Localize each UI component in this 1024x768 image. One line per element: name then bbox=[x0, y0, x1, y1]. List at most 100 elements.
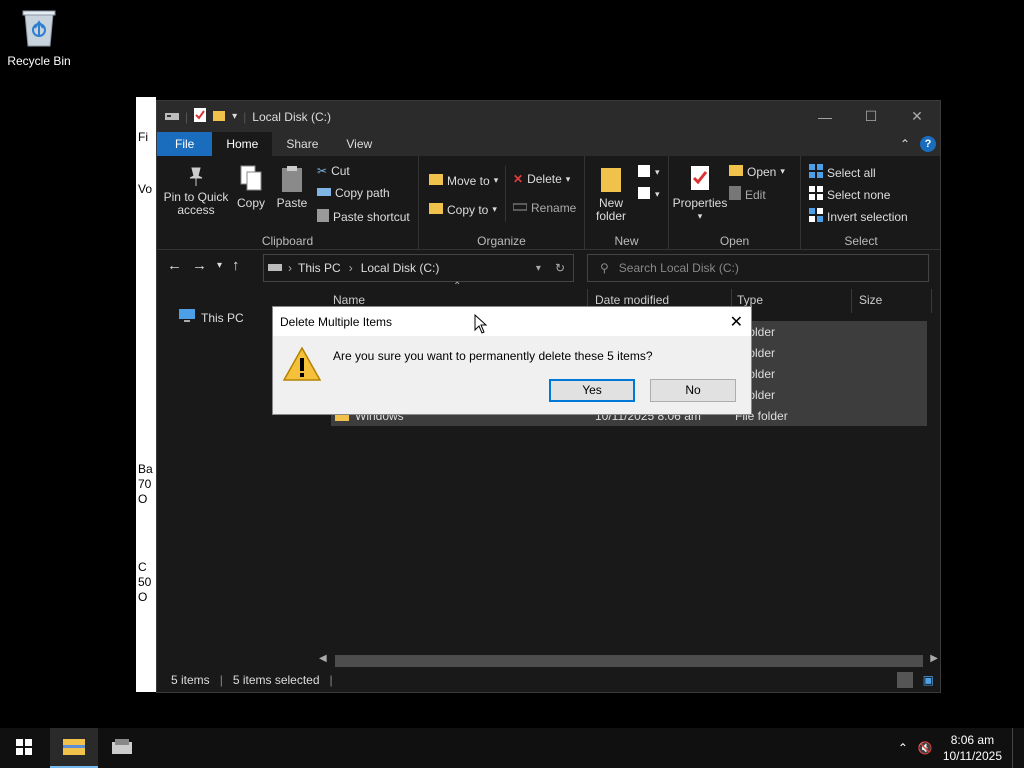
scrollbar-thumb[interactable] bbox=[335, 655, 923, 667]
breadcrumb-this-pc[interactable]: This PC bbox=[298, 261, 341, 275]
new-item-button[interactable]: ▾ bbox=[637, 164, 660, 181]
new-item-icon bbox=[637, 164, 651, 181]
rename-icon bbox=[512, 201, 528, 215]
column-header-name[interactable]: Name bbox=[333, 293, 365, 307]
minimize-button[interactable]: — bbox=[802, 101, 848, 132]
large-icons-view-icon[interactable]: ▣ bbox=[923, 673, 934, 687]
tab-home[interactable]: Home bbox=[212, 132, 273, 156]
properties-button[interactable]: Properties ▾ bbox=[671, 164, 729, 223]
new-folder-button[interactable]: New folder bbox=[591, 164, 631, 223]
copy-icon bbox=[231, 164, 271, 197]
bg-window-text: 50 bbox=[138, 575, 152, 589]
move-to-button[interactable]: Move to ▾ bbox=[429, 172, 498, 189]
address-bar[interactable]: › This PC › Local Disk (C:) ▾ ↻ bbox=[263, 254, 574, 282]
show-desktop-button[interactable] bbox=[1012, 728, 1016, 768]
copy-label: Copy bbox=[236, 196, 265, 210]
paste-shortcut-icon bbox=[317, 208, 329, 225]
background-window[interactable]: Fi Vo Ba 70 O C 50 O bbox=[136, 97, 156, 692]
delete-confirmation-dialog[interactable]: Delete Multiple Items ✕ Are you sure you… bbox=[272, 306, 752, 415]
clock[interactable]: 8:06 am 10/11/2025 bbox=[943, 732, 1002, 764]
bg-window-text: Ba bbox=[138, 462, 153, 476]
tab-file[interactable]: File bbox=[157, 132, 213, 156]
copy-to-icon bbox=[429, 201, 443, 218]
forward-arrow-icon[interactable]: → bbox=[192, 257, 207, 274]
chevron-down-icon: ▾ bbox=[655, 167, 660, 177]
volume-muted-icon[interactable]: 🔇 bbox=[918, 741, 933, 755]
select-none-icon bbox=[809, 186, 823, 203]
details-view-icon[interactable] bbox=[896, 671, 913, 688]
column-header-type[interactable]: Type bbox=[737, 293, 763, 307]
move-to-icon bbox=[429, 172, 443, 189]
search-box[interactable]: ⚲ Search Local Disk (C:) bbox=[587, 254, 929, 282]
nav-item-this-pc[interactable]: This PC bbox=[179, 309, 244, 326]
close-button[interactable]: ✕ bbox=[894, 101, 940, 132]
delete-button[interactable]: ✕ Delete ▾ bbox=[513, 172, 570, 186]
new-group-label: New bbox=[614, 234, 639, 248]
horizontal-scrollbar[interactable]: ◀ ▶ bbox=[317, 653, 940, 667]
properties-icon bbox=[671, 164, 729, 197]
chevron-down-icon[interactable]: ▾ bbox=[232, 111, 237, 122]
chevron-down-icon: ▾ bbox=[565, 173, 571, 184]
invert-selection-label: Invert selection bbox=[827, 209, 908, 224]
refresh-icon[interactable]: ↻ bbox=[555, 261, 565, 275]
column-header-size[interactable]: Size bbox=[859, 293, 882, 307]
edit-button[interactable]: Edit bbox=[729, 186, 766, 203]
breadcrumb-local-disk[interactable]: Local Disk (C:) bbox=[361, 261, 440, 275]
select-none-button[interactable]: Select none bbox=[809, 186, 890, 203]
pin-to-quick-access-button[interactable]: Pin to Quick access bbox=[161, 164, 231, 217]
edit-label: Edit bbox=[745, 187, 766, 202]
recent-locations-chevron-icon[interactable]: ▾ bbox=[217, 260, 222, 271]
yes-button[interactable]: Yes bbox=[549, 379, 635, 402]
properties-label: Properties bbox=[672, 196, 728, 210]
paste-button[interactable]: Paste bbox=[273, 164, 311, 210]
new-folder-icon[interactable] bbox=[212, 108, 226, 125]
pin-label: Pin to Quick access bbox=[163, 190, 229, 217]
invert-selection-button[interactable]: Invert selection bbox=[809, 208, 908, 225]
properties-icon[interactable] bbox=[194, 108, 207, 125]
bg-window-text: C bbox=[138, 560, 147, 574]
copy-button[interactable]: Copy bbox=[231, 164, 271, 210]
mouse-cursor-icon bbox=[474, 313, 488, 337]
scroll-left-icon[interactable]: ◀ bbox=[319, 653, 327, 664]
recycle-bin-shortcut[interactable]: Recycle Bin bbox=[6, 8, 72, 68]
back-arrow-icon[interactable]: ← bbox=[167, 257, 182, 274]
cut-button[interactable]: ✂ Cut bbox=[317, 164, 350, 178]
dialog-title: Delete Multiple Items bbox=[273, 307, 751, 336]
open-button[interactable]: Open ▾ bbox=[729, 164, 785, 179]
open-folder-icon bbox=[729, 164, 743, 179]
help-icon[interactable]: ? bbox=[920, 136, 936, 152]
maximize-button[interactable]: ☐ bbox=[848, 101, 894, 132]
sort-arrow-icon: ⌃ bbox=[453, 281, 462, 292]
paste-label: Paste bbox=[276, 196, 308, 210]
show-hidden-icons-chevron-icon[interactable]: ⌃ bbox=[898, 741, 908, 755]
recycle-bin-icon bbox=[21, 8, 57, 48]
paste-shortcut-button[interactable]: Paste shortcut bbox=[317, 208, 410, 225]
collapse-ribbon-icon[interactable]: ⌃ bbox=[900, 137, 910, 151]
no-button[interactable]: No bbox=[650, 379, 736, 402]
select-all-button[interactable]: Select all bbox=[809, 164, 876, 181]
title-bar[interactable]: | ▾ | Local Disk (C:) — ☐ ✕ bbox=[157, 101, 940, 132]
column-header-date[interactable]: Date modified bbox=[595, 293, 669, 307]
chevron-down-icon: ▾ bbox=[697, 211, 703, 221]
up-arrow-icon[interactable]: ↑ bbox=[232, 257, 240, 274]
easy-access-button[interactable]: ▾ bbox=[637, 186, 660, 203]
chevron-right-icon: › bbox=[288, 261, 292, 275]
address-dropdown-icon[interactable]: ▾ bbox=[536, 263, 541, 274]
taskbar-app[interactable] bbox=[98, 728, 146, 768]
navigation-buttons: ← → ▾ ↑ bbox=[157, 257, 240, 274]
scroll-right-icon[interactable]: ▶ bbox=[930, 653, 938, 664]
computer-icon bbox=[179, 309, 195, 326]
start-button[interactable] bbox=[0, 728, 48, 768]
recycle-bin-label: Recycle Bin bbox=[7, 54, 71, 68]
dialog-close-icon[interactable]: ✕ bbox=[730, 312, 743, 332]
tab-share[interactable]: Share bbox=[272, 132, 332, 156]
rename-button[interactable]: Rename bbox=[512, 201, 576, 215]
tab-view[interactable]: View bbox=[332, 132, 386, 156]
clipboard-group-label: Clipboard bbox=[261, 234, 314, 248]
copy-to-button[interactable]: Copy to ▾ bbox=[429, 201, 497, 218]
select-group: Select all Select none Invert selection … bbox=[801, 156, 921, 250]
chevron-down-icon: ▾ bbox=[492, 204, 497, 214]
quick-access-toolbar: | ▾ | bbox=[157, 108, 246, 125]
taskbar-file-explorer[interactable] bbox=[50, 728, 98, 768]
copy-path-button[interactable]: Copy path bbox=[317, 186, 390, 200]
